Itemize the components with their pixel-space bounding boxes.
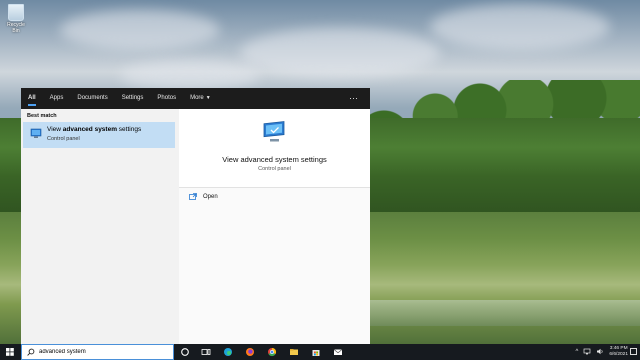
windows-logo-icon [6,348,14,356]
best-match-result[interactable]: View advanced system settings Control pa… [23,122,175,148]
clock-date: 6/6/2021 [609,352,628,357]
volume-icon[interactable] [596,348,604,357]
mail-icon[interactable] [333,347,343,357]
recycle-bin-label: Recycle Bin [7,22,25,34]
file-explorer-icon[interactable] [289,347,299,357]
edge-icon[interactable] [223,347,233,357]
open-action[interactable]: Open [189,192,218,202]
system-settings-icon [261,121,287,147]
best-match-subtitle: Control panel [47,136,80,142]
results-list: Best match View advanced system settings… [21,109,179,344]
tab-all[interactable]: All [21,88,43,109]
taskbar-clock[interactable]: 3:46 PM 6/6/2021 [609,346,628,358]
start-button[interactable] [0,344,20,360]
result-detail-header: View advanced system settings Control pa… [179,109,370,188]
tab-more[interactable]: More ▼ [183,88,218,109]
tab-documents[interactable]: Documents [70,88,114,109]
network-icon[interactable] [583,348,591,357]
best-match-heading: Best match [27,113,57,119]
open-icon [189,192,197,202]
firefox-icon[interactable] [245,347,255,357]
result-detail-pane: View advanced system settings Control pa… [179,109,370,344]
recycle-bin-shortcut[interactable]: Recycle Bin [3,4,29,34]
recycle-bin-icon [8,4,24,21]
cortana-icon[interactable] [180,347,190,357]
chevron-down-icon: ▼ [205,95,211,101]
result-detail-title: View advanced system settings [222,155,327,164]
search-filter-tabs: All Apps Documents Settings Photos More ▼… [21,88,370,109]
best-match-title: View advanced system settings [47,126,142,133]
taskbar: ^ 3:46 PM 6/6/2021 [0,344,640,360]
taskbar-search-box[interactable] [21,344,174,360]
search-icon [27,348,35,358]
tab-settings[interactable]: Settings [115,88,151,109]
more-options-icon[interactable]: ··· [349,94,358,103]
chrome-icon[interactable] [267,347,277,357]
store-icon[interactable] [311,347,321,357]
start-search-panel: All Apps Documents Settings Photos More ▼… [21,88,370,344]
task-view-icon[interactable] [201,347,211,357]
search-input[interactable] [39,347,167,357]
tab-apps[interactable]: Apps [43,88,71,109]
open-action-label: Open [203,194,218,200]
system-settings-icon [30,128,42,141]
tab-photos[interactable]: Photos [150,88,183,109]
notification-center-icon[interactable] [630,348,637,355]
result-detail-subtitle: Control panel [258,166,291,172]
show-hidden-icons-icon[interactable]: ^ [575,349,578,355]
